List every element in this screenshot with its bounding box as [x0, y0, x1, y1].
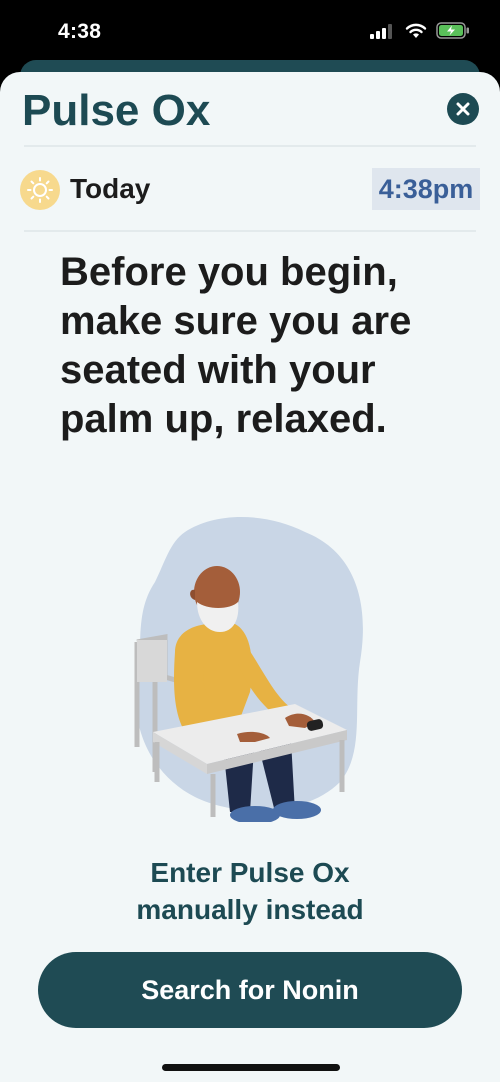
wifi-icon	[405, 23, 427, 38]
chair-back	[137, 640, 167, 682]
status-time: 4:38	[58, 20, 102, 43]
seated-person-illustration	[134, 517, 363, 822]
divider	[24, 145, 476, 147]
close-button[interactable]	[447, 93, 479, 125]
home-indicator	[162, 1064, 340, 1071]
pulse-ox-sheet: Pulse Ox Today 4:38pm Before you begin, …	[0, 72, 500, 1082]
sun-glyph	[27, 177, 53, 203]
manual-link-line1: Enter Pulse Ox	[150, 857, 350, 888]
manual-entry-link[interactable]: Enter Pulse Ox manually instead	[0, 854, 500, 928]
divider	[24, 230, 476, 232]
right-shoe	[273, 801, 321, 819]
instruction-text: Before you begin, make sure you are seat…	[60, 250, 412, 441]
day-label: Today	[70, 173, 151, 204]
status-icons	[370, 22, 470, 39]
battery-charging-icon	[436, 22, 469, 39]
page-title: Pulse Ox	[22, 86, 211, 135]
time-badge[interactable]: 4:38pm	[372, 168, 480, 210]
signal-icon	[370, 23, 392, 39]
status-bar: 4:38	[0, 0, 500, 62]
sun-icon	[20, 170, 60, 210]
manual-link-line2: manually instead	[136, 894, 364, 925]
search-nonin-button[interactable]: Search for Nonin	[38, 952, 462, 1028]
close-icon	[456, 102, 470, 116]
